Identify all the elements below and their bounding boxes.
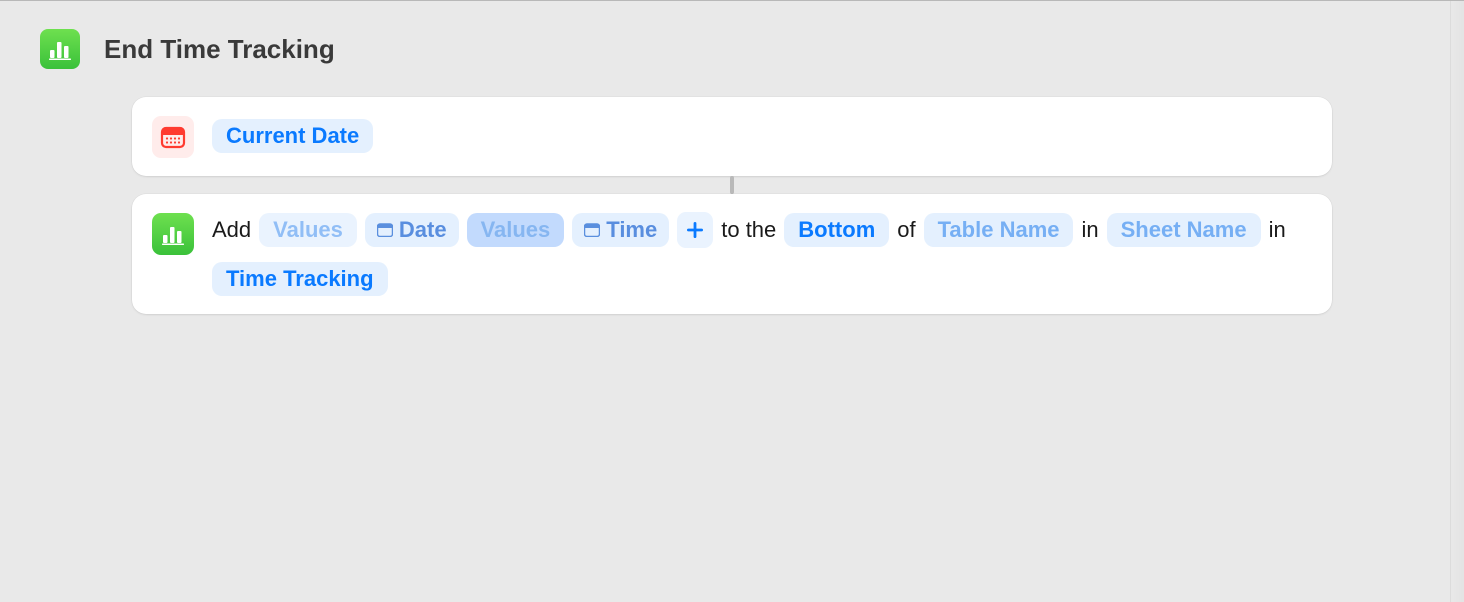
- static-text-tothe: to the: [721, 217, 776, 243]
- plus-icon: [685, 220, 705, 240]
- document-token[interactable]: Time Tracking: [212, 262, 388, 296]
- workflow-content: Current Date Add Values Date: [0, 97, 1464, 314]
- calendar-mini-icon: [584, 223, 600, 237]
- static-text-in: in: [1081, 217, 1098, 243]
- action-content: Current Date: [212, 115, 373, 157]
- action-card[interactable]: Current Date: [132, 97, 1332, 176]
- sheet-name-token[interactable]: Sheet Name: [1107, 213, 1261, 247]
- date-variable-token[interactable]: Date: [365, 213, 459, 247]
- static-text-of: of: [897, 217, 915, 243]
- token-current-date[interactable]: Current Date: [212, 119, 373, 153]
- header: End Time Tracking: [0, 1, 1464, 97]
- time-variable-token[interactable]: Time: [572, 213, 669, 247]
- action-content: Add Values Date Values Time: [212, 212, 1312, 296]
- bars-icon: [161, 222, 185, 246]
- static-text-in2: in: [1269, 217, 1286, 243]
- values-placeholder-token[interactable]: Values: [259, 213, 357, 247]
- values-placeholder-token-selected[interactable]: Values: [467, 213, 565, 247]
- scrollbar-track[interactable]: [1450, 1, 1464, 602]
- bars-icon: [48, 37, 72, 61]
- connector: [730, 176, 734, 194]
- table-name-token[interactable]: Table Name: [924, 213, 1074, 247]
- add-value-button[interactable]: [677, 212, 713, 248]
- calendar-mini-icon: [377, 223, 393, 237]
- action-card[interactable]: Add Values Date Values Time: [132, 194, 1332, 314]
- token-label: Date: [399, 217, 447, 243]
- numbers-app-icon: [152, 213, 194, 255]
- calendar-icon: [152, 116, 194, 158]
- shortcut-title[interactable]: End Time Tracking: [104, 34, 335, 65]
- position-token[interactable]: Bottom: [784, 213, 889, 247]
- numbers-app-icon: [40, 29, 80, 69]
- static-text-add: Add: [212, 217, 251, 243]
- token-label: Time: [606, 217, 657, 243]
